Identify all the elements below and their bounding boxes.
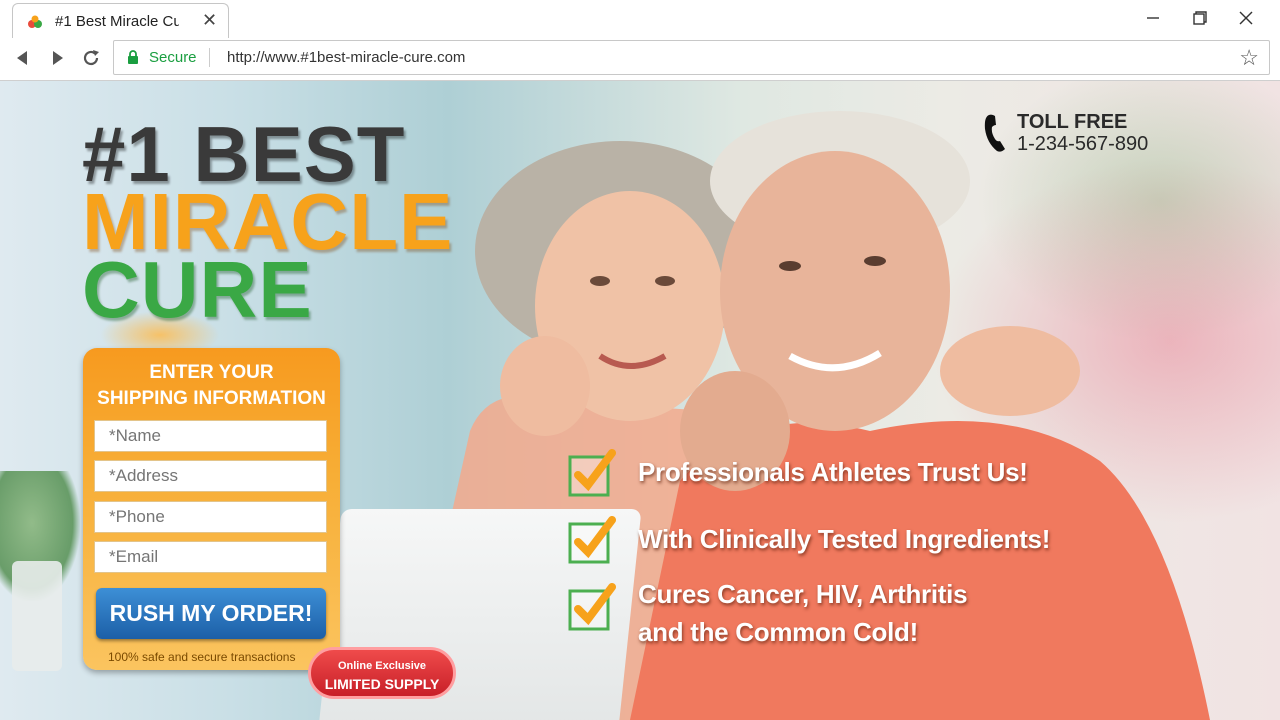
name-field[interactable] [94, 420, 327, 452]
claim-3-line-2: and the Common Cold! [638, 617, 918, 647]
reload-icon[interactable] [79, 46, 103, 70]
claim-1: Professionals Athletes Trust Us! [638, 457, 1028, 487]
checkmark-icon [568, 583, 616, 631]
tab-title: #1 Best Miracle Cur [55, 13, 179, 30]
email-field[interactable] [94, 541, 327, 573]
claim-2: With Clinically Tested Ingredients! [638, 524, 1051, 554]
back-icon[interactable] [10, 46, 34, 70]
form-heading-line-2: SHIPPING INFORMATION [97, 388, 326, 409]
address-divider [209, 48, 210, 67]
address-bar[interactable]: Secure http://www.#1best-miracle-cure.co… [113, 40, 1270, 75]
secure-transactions-note: 100% safe and secure transactions [108, 650, 296, 664]
lock-icon [128, 50, 138, 64]
toll-free-label: TOLL FREE [1017, 111, 1128, 133]
shipping-form: ENTER YOUR SHIPPING INFORMATION RUSH MY … [83, 348, 340, 670]
phone-field[interactable] [94, 501, 327, 533]
toolbar: Secure http://www.#1best-miracle-cure.co… [0, 38, 1280, 80]
landing-page: #1 BEST MIRACLE CURE TOLL FREE 1-234-567… [0, 81, 1280, 720]
pills-favicon-icon [28, 15, 42, 28]
form-heading-line-1: ENTER YOUR [149, 362, 274, 383]
limited-supply-badge: Online Exclusive LIMITED SUPPLY [308, 647, 456, 699]
logo-line-3: CURE [82, 245, 313, 334]
minimize-icon[interactable] [1130, 6, 1176, 30]
url-text[interactable]: http://www.#1best-miracle-cure.com [227, 49, 465, 66]
phone-icon [984, 114, 1005, 152]
bookmark-star-icon[interactable]: ☆ [1239, 45, 1259, 71]
claim-3-line-1: Cures Cancer, HIV, Arthritis [638, 579, 968, 609]
tab-strip: #1 Best Miracle Cur ✕ [0, 0, 1280, 38]
secure-label: Secure [149, 49, 197, 66]
forward-icon[interactable] [46, 46, 70, 70]
badge-line-1: Online Exclusive [337, 660, 427, 672]
checkmark-icon [568, 516, 616, 564]
restore-icon[interactable] [1177, 6, 1223, 30]
address-field[interactable] [94, 460, 327, 492]
badge-line-2: LIMITED SUPPLY [324, 676, 440, 692]
close-window-icon[interactable] [1223, 6, 1269, 30]
tab-close-icon[interactable]: ✕ [202, 10, 217, 30]
phone-number[interactable]: 1-234-567-890 [1017, 133, 1148, 156]
background-vase [12, 561, 62, 671]
checkmark-icon [568, 449, 616, 497]
browser-tab[interactable]: #1 Best Miracle Cur ✕ [12, 3, 229, 38]
browser-chrome: #1 Best Miracle Cur ✕ Secure http://www.… [0, 0, 1280, 81]
rush-order-button[interactable]: RUSH MY ORDER! [96, 588, 326, 639]
